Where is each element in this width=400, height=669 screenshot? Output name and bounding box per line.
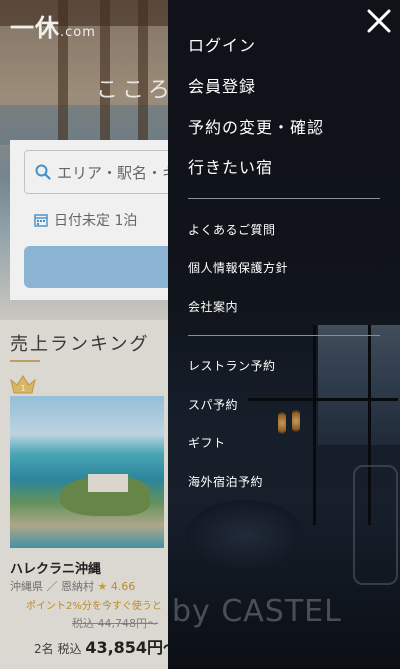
menu-item-restaurant[interactable]: レストラン予約	[188, 357, 276, 374]
menu-item-register[interactable]: 会員登録	[188, 73, 256, 97]
castel-watermark: by CASTEL	[172, 594, 342, 629]
side-menu-drawer: ログイン 会員登録 予約の変更・確認 行きたい宿 よくあるご質問 個人情報保護方…	[168, 0, 400, 669]
menu-item-company[interactable]: 会社案内	[188, 298, 238, 315]
menu-item-overseas[interactable]: 海外宿泊予約	[188, 473, 263, 490]
menu-item-privacy[interactable]: 個人情報保護方針	[188, 259, 288, 276]
menu-divider	[188, 335, 380, 336]
close-icon[interactable]	[366, 8, 392, 34]
menu-item-wishlist[interactable]: 行きたい宿	[188, 154, 273, 178]
menu-item-spa[interactable]: スパ予約	[188, 396, 238, 413]
menu-item-reservation[interactable]: 予約の変更・確認	[188, 114, 324, 138]
menu-divider	[188, 198, 380, 199]
menu-item-login[interactable]: ログイン	[188, 32, 256, 56]
menu-item-faq[interactable]: よくあるご質問	[188, 221, 276, 238]
menu-item-gift[interactable]: ギフト	[188, 434, 226, 451]
